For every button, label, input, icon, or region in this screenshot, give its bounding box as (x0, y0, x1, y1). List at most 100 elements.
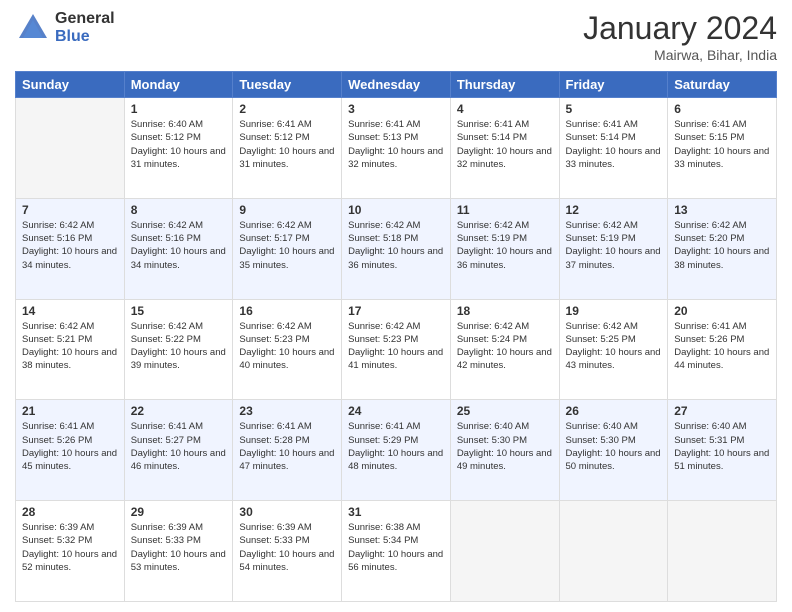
calendar-cell: 28 Sunrise: 6:39 AMSunset: 5:32 PMDayligh… (16, 501, 125, 602)
day-info: Sunrise: 6:41 AMSunset: 5:12 PMDaylight:… (239, 118, 335, 171)
calendar-cell: 3Sunrise: 6:41 AMSunset: 5:13 PMDaylight… (342, 98, 451, 199)
calendar-cell: 23Sunrise: 6:41 AMSunset: 5:28 PMDayligh… (233, 400, 342, 501)
calendar-cell: 26Sunrise: 6:40 AMSunset: 5:30 PMDayligh… (559, 400, 668, 501)
calendar-cell: 25 Sunrise: 6:40 AMSunset: 5:30 PMDayligh… (450, 400, 559, 501)
day-info: Sunrise: 6:41 AMSunset: 5:27 PMDaylight:… (131, 420, 227, 473)
week-row: 1 Sunrise: 6:40 AMSunset: 5:12 PMDaylight… (16, 98, 777, 199)
day-number: 15 (131, 304, 227, 318)
calendar-cell: 27 Sunrise: 6:40 AMSunset: 5:31 PMDayligh… (668, 400, 777, 501)
day-number: 30 (239, 505, 335, 519)
day-number: 14 (22, 304, 118, 318)
logo-general-text: General (55, 10, 115, 28)
month-year: January 2024 (583, 10, 777, 47)
day-number: 19 (566, 304, 662, 318)
day-number: 6 (674, 102, 770, 116)
day-info: Sunrise: 6:42 AMSunset: 5:23 PMDaylight:… (239, 320, 335, 373)
calendar-cell: 20Sunrise: 6:41 AMSunset: 5:26 PMDayligh… (668, 299, 777, 400)
calendar-cell: 30Sunrise: 6:39 AMSunset: 5:33 PMDayligh… (233, 501, 342, 602)
calendar-cell: 14 Sunrise: 6:42 AMSunset: 5:21 PMDayligh… (16, 299, 125, 400)
calendar-cell (450, 501, 559, 602)
day-number: 1 (131, 102, 227, 116)
day-info: Sunrise: 6:42 AMSunset: 5:16 PMDaylight:… (22, 219, 118, 272)
calendar-cell: 22 Sunrise: 6:41 AMSunset: 5:27 PMDayligh… (124, 400, 233, 501)
col-header-wednesday: Wednesday (342, 72, 451, 98)
calendar-cell: 18Sunrise: 6:42 AMSunset: 5:24 PMDayligh… (450, 299, 559, 400)
day-number: 27 (674, 404, 770, 418)
col-header-tuesday: Tuesday (233, 72, 342, 98)
day-number: 13 (674, 203, 770, 217)
day-number: 9 (239, 203, 335, 217)
calendar-cell: 17Sunrise: 6:42 AMSunset: 5:23 PMDayligh… (342, 299, 451, 400)
day-info: Sunrise: 6:41 AMSunset: 5:26 PMDaylight:… (22, 420, 118, 473)
day-info: Sunrise: 6:42 AMSunset: 5:22 PMDaylight:… (131, 320, 227, 373)
day-number: 3 (348, 102, 444, 116)
calendar-cell: 16 Sunrise: 6:42 AMSunset: 5:23 PMDayligh… (233, 299, 342, 400)
day-info: Sunrise: 6:40 AMSunset: 5:30 PMDaylight:… (457, 420, 553, 473)
day-info: Sunrise: 6:42 AMSunset: 5:16 PMDaylight:… (131, 219, 227, 272)
col-header-sunday: Sunday (16, 72, 125, 98)
day-number: 16 (239, 304, 335, 318)
day-info: Sunrise: 6:42 AMSunset: 5:19 PMDaylight:… (566, 219, 662, 272)
day-info: Sunrise: 6:42 AMSunset: 5:21 PMDaylight:… (22, 320, 118, 373)
day-info: Sunrise: 6:40 AMSunset: 5:30 PMDaylight:… (566, 420, 662, 473)
day-number: 17 (348, 304, 444, 318)
day-number: 21 (22, 404, 118, 418)
calendar-cell: 24Sunrise: 6:41 AMSunset: 5:29 PMDayligh… (342, 400, 451, 501)
day-number: 5 (566, 102, 662, 116)
calendar-cell: 12Sunrise: 6:42 AMSunset: 5:19 PMDayligh… (559, 198, 668, 299)
calendar-cell: 9Sunrise: 6:42 AMSunset: 5:17 PMDaylight… (233, 198, 342, 299)
day-number: 7 (22, 203, 118, 217)
day-info: Sunrise: 6:40 AMSunset: 5:31 PMDaylight:… (674, 420, 770, 473)
calendar-cell (559, 501, 668, 602)
logo-icon (15, 10, 51, 46)
day-info: Sunrise: 6:42 AMSunset: 5:18 PMDaylight:… (348, 219, 444, 272)
calendar-cell: 6 Sunrise: 6:41 AMSunset: 5:15 PMDaylight… (668, 98, 777, 199)
calendar-cell: 19 Sunrise: 6:42 AMSunset: 5:25 PMDayligh… (559, 299, 668, 400)
location-subtitle: Mairwa, Bihar, India (583, 47, 777, 63)
day-number: 22 (131, 404, 227, 418)
title-block: January 2024 Mairwa, Bihar, India (583, 10, 777, 63)
calendar-cell: 10 Sunrise: 6:42 AMSunset: 5:18 PMDayligh… (342, 198, 451, 299)
calendar-cell: 1 Sunrise: 6:40 AMSunset: 5:12 PMDaylight… (124, 98, 233, 199)
day-info: Sunrise: 6:41 AMSunset: 5:26 PMDaylight:… (674, 320, 770, 373)
week-row: 21 Sunrise: 6:41 AMSunset: 5:26 PMDayligh… (16, 400, 777, 501)
calendar-table: SundayMondayTuesdayWednesdayThursdayFrid… (15, 71, 777, 602)
day-number: 29 (131, 505, 227, 519)
day-number: 4 (457, 102, 553, 116)
calendar-cell (16, 98, 125, 199)
calendar-cell (668, 501, 777, 602)
day-info: Sunrise: 6:41 AMSunset: 5:14 PMDaylight:… (566, 118, 662, 171)
col-header-thursday: Thursday (450, 72, 559, 98)
day-info: Sunrise: 6:41 AMSunset: 5:14 PMDaylight:… (457, 118, 553, 171)
week-row: 7 Sunrise: 6:42 AMSunset: 5:16 PMDaylight… (16, 198, 777, 299)
page: General Blue January 2024 Mairwa, Bihar,… (0, 0, 792, 612)
day-number: 10 (348, 203, 444, 217)
day-number: 8 (131, 203, 227, 217)
logo-text: General Blue (55, 10, 115, 45)
calendar-cell: 15 Sunrise: 6:42 AMSunset: 5:22 PMDayligh… (124, 299, 233, 400)
week-row: 14 Sunrise: 6:42 AMSunset: 5:21 PMDayligh… (16, 299, 777, 400)
day-info: Sunrise: 6:40 AMSunset: 5:12 PMDaylight:… (131, 118, 227, 171)
calendar-cell: 2 Sunrise: 6:41 AMSunset: 5:12 PMDaylight… (233, 98, 342, 199)
calendar-cell: 7 Sunrise: 6:42 AMSunset: 5:16 PMDaylight… (16, 198, 125, 299)
calendar-cell: 8 Sunrise: 6:42 AMSunset: 5:16 PMDaylight… (124, 198, 233, 299)
logo: General Blue (15, 10, 115, 46)
col-header-friday: Friday (559, 72, 668, 98)
calendar-cell: 4 Sunrise: 6:41 AMSunset: 5:14 PMDaylight… (450, 98, 559, 199)
day-number: 23 (239, 404, 335, 418)
day-info: Sunrise: 6:39 AMSunset: 5:32 PMDaylight:… (22, 521, 118, 574)
day-number: 18 (457, 304, 553, 318)
col-header-monday: Monday (124, 72, 233, 98)
day-number: 28 (22, 505, 118, 519)
day-info: Sunrise: 6:39 AMSunset: 5:33 PMDaylight:… (131, 521, 227, 574)
day-number: 2 (239, 102, 335, 116)
day-number: 11 (457, 203, 553, 217)
day-info: Sunrise: 6:41 AMSunset: 5:15 PMDaylight:… (674, 118, 770, 171)
calendar-cell: 21 Sunrise: 6:41 AMSunset: 5:26 PMDayligh… (16, 400, 125, 501)
day-info: Sunrise: 6:41 AMSunset: 5:29 PMDaylight:… (348, 420, 444, 473)
col-header-saturday: Saturday (668, 72, 777, 98)
day-info: Sunrise: 6:42 AMSunset: 5:19 PMDaylight:… (457, 219, 553, 272)
day-info: Sunrise: 6:42 AMSunset: 5:25 PMDaylight:… (566, 320, 662, 373)
day-number: 25 (457, 404, 553, 418)
calendar-cell: 11 Sunrise: 6:42 AMSunset: 5:19 PMDayligh… (450, 198, 559, 299)
